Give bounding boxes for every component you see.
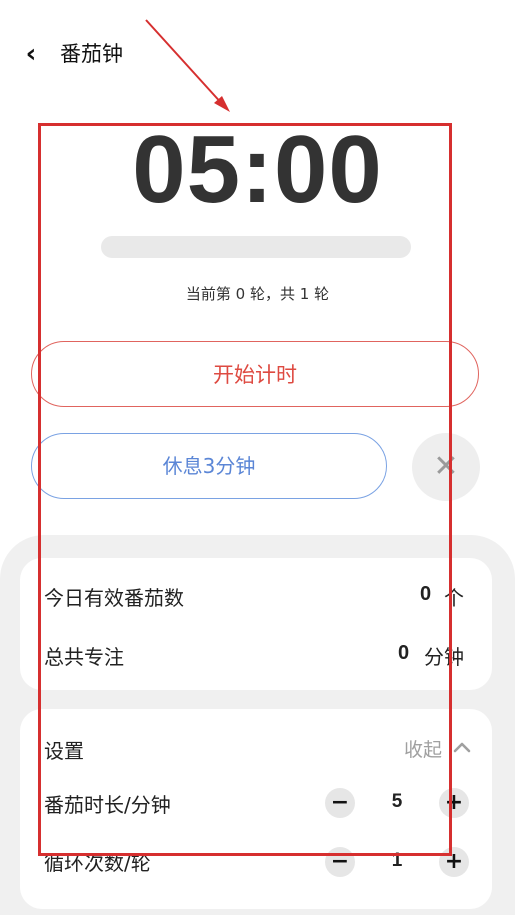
total-focus-value: 0: [398, 642, 410, 664]
duration-label: 番茄时长/分钟: [44, 793, 171, 817]
collapse-button[interactable]: 收起: [404, 735, 442, 762]
cycles-increase-button[interactable]: +: [439, 847, 469, 877]
app-header: ‹ 番茄钟: [0, 0, 515, 108]
round-info: 当前第 0 轮，共 1 轮: [185, 285, 330, 303]
today-pomodoro-value: 0: [420, 583, 432, 605]
settings-title: 设置: [44, 739, 84, 763]
close-icon[interactable]: ✕: [412, 433, 480, 501]
cycles-decrease-button[interactable]: −: [325, 847, 355, 877]
cycles-value: 1: [391, 850, 403, 871]
today-pomodoro-label: 今日有效番茄数: [44, 586, 184, 610]
duration-value: 5: [391, 791, 403, 812]
today-pomodoro-unit: 个: [444, 586, 464, 610]
duration-decrease-button[interactable]: −: [325, 788, 355, 818]
timer-display: 05:00: [132, 116, 383, 223]
chevron-left-icon[interactable]: ‹: [18, 40, 44, 68]
start-timer-button[interactable]: 开始计时: [31, 341, 479, 407]
rest-button[interactable]: 休息3分钟: [31, 433, 387, 499]
total-focus-unit: 分钟: [424, 645, 464, 669]
page-title: 番茄钟: [60, 42, 123, 66]
progress-bar: [101, 236, 411, 258]
total-focus-label: 总共专注: [44, 645, 124, 669]
stats-card: [20, 558, 492, 690]
chevron-up-icon[interactable]: [452, 737, 472, 757]
cycles-label: 循环次数/轮: [44, 851, 151, 875]
duration-increase-button[interactable]: +: [439, 788, 469, 818]
